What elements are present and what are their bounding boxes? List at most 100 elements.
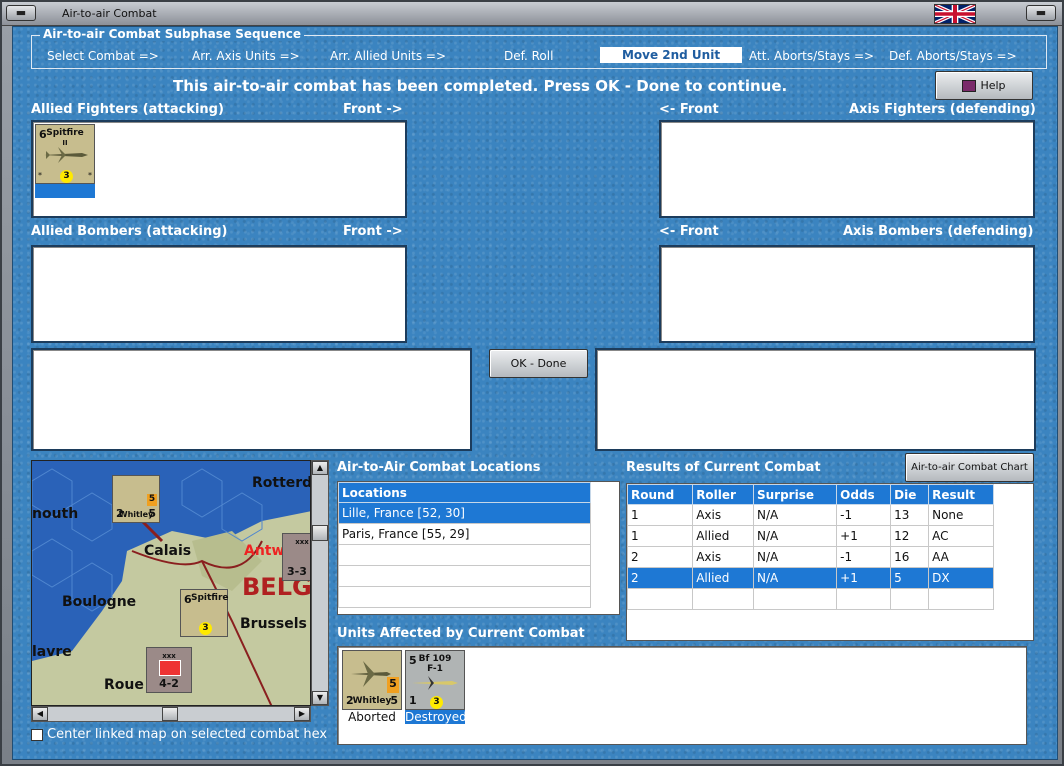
phase-step-arr-axis: Arr. Axis Units =>	[192, 49, 300, 63]
results-cell: 16	[890, 546, 930, 568]
results-header-die: Die	[890, 484, 930, 505]
map-whitley-counter[interactable]: 2 Whitley 5 5	[112, 475, 160, 523]
help-button[interactable]: Help	[935, 71, 1033, 100]
results-cell: Axis	[692, 504, 754, 526]
counter-selection-bar	[35, 184, 95, 198]
results-cell: N/A	[752, 504, 838, 526]
phase-step-arr-allied: Arr. Allied Units =>	[330, 49, 447, 63]
results-cell: 2	[626, 567, 694, 589]
center-map-checkbox-label: Center linked map on selected combat hex	[47, 727, 328, 742]
results-row[interactable]: 2 Axis N/A -1 16 AA	[626, 546, 994, 568]
bf109-range-badge: 3	[430, 696, 443, 709]
help-book-icon	[962, 80, 977, 92]
minimize-button[interactable]: ▬	[6, 5, 36, 21]
results-row[interactable]: 1 Axis N/A -1 13 None	[626, 504, 994, 526]
results-title: Results of Current Combat	[626, 460, 821, 475]
help-label: Help	[980, 79, 1006, 92]
location-cell: Paris, France [55, 29]	[338, 523, 591, 545]
spitfire-counter[interactable]: 6 Spitfire II 3 * *	[35, 124, 95, 184]
allied-fighters-panel[interactable]: 6 Spitfire II 3 * *	[31, 120, 407, 218]
allied-bombers-panel[interactable]	[31, 245, 407, 343]
map-label-rotterdam: Rotterd	[252, 475, 311, 491]
allied-fighters-title: Allied Fighters (attacking)	[31, 102, 224, 117]
map-horizontal-scrollbar[interactable]: ◀ ▶	[31, 706, 311, 722]
scroll-h-thumb[interactable]	[162, 707, 178, 721]
map-spitfire-range: 3	[199, 622, 212, 635]
results-cell: 2	[626, 546, 694, 568]
scroll-left-button[interactable]: ◀	[32, 707, 48, 721]
location-row[interactable]	[338, 586, 591, 608]
center-map-checkbox-row[interactable]: Center linked map on selected combat hex	[31, 727, 331, 747]
results-cell: N/A	[752, 546, 838, 568]
whitley-status: Aborted	[348, 710, 396, 724]
window-title: Air-to-air Combat	[62, 7, 157, 20]
map-unit-counter[interactable]: xxx 3-3	[282, 533, 310, 581]
results-cell: AC	[928, 525, 994, 547]
scroll-up-button[interactable]: ▲	[312, 461, 328, 475]
combat-chart-button[interactable]: Air-to-air Combat Chart	[905, 453, 1034, 482]
map-infantry-value: 4-2	[159, 677, 179, 690]
whitley-counter[interactable]: 5 2 Whitley 5	[342, 650, 402, 710]
axis-bombers-front: <- Front	[659, 224, 719, 239]
map-unit-value: 3-3	[287, 565, 307, 578]
location-row[interactable]	[338, 565, 591, 587]
locations-list[interactable]: Locations Lille, France [52, 30] Paris, …	[337, 481, 620, 615]
center-map-checkbox[interactable]	[31, 728, 43, 741]
results-header-roller: Roller	[692, 484, 754, 505]
location-row[interactable]: Paris, France [55, 29]	[338, 523, 591, 545]
results-header-odds: Odds	[836, 484, 892, 505]
results-cell: Allied	[692, 567, 754, 589]
phase-step-def-roll: Def. Roll	[504, 49, 554, 63]
subphase-legend: Air-to-air Combat Subphase Sequence	[40, 27, 305, 41]
enemy-fighter-icon	[412, 676, 458, 690]
map-unit-size: xxx	[295, 538, 309, 546]
map-label-nouth: nouth	[32, 506, 79, 522]
results-row[interactable]: 1 Allied N/A +1 12 AC	[626, 525, 994, 547]
phase-step-att-aborts: Att. Aborts/Stays =>	[749, 49, 875, 63]
location-row[interactable]: Lille, France [52, 30]	[338, 502, 591, 524]
axis-fighters-panel[interactable]	[659, 120, 1035, 218]
map-spitfire-counter[interactable]: 6 Spitfire 3	[180, 589, 229, 637]
bf109-status: Destroyed	[405, 710, 467, 724]
map-label-antwerp: Antw	[244, 543, 285, 559]
close-window-button[interactable]: ▬	[1026, 5, 1056, 21]
results-row-empty[interactable]	[626, 588, 994, 610]
results-cell: -1	[836, 504, 892, 526]
axis-bombers-panel[interactable]	[659, 245, 1035, 343]
map-label-boulogne: Boulogne	[62, 594, 137, 610]
scroll-v-thumb[interactable]	[312, 525, 328, 541]
axis-fighters-title: Axis Fighters (defending)	[849, 102, 1036, 117]
results-row-selected[interactable]: 2 Allied N/A +1 5 DX	[626, 567, 994, 589]
allied-summary-panel	[31, 348, 472, 451]
map-vertical-scrollbar[interactable]: ▲ ▼	[311, 460, 329, 706]
scroll-right-button[interactable]: ▶	[294, 707, 310, 721]
results-cell: -1	[836, 546, 892, 568]
whitley-range-badge: 5	[387, 677, 399, 693]
results-cell: 12	[890, 525, 930, 547]
axis-summary-panel	[595, 348, 1036, 451]
scroll-down-button[interactable]: ▼	[312, 691, 328, 705]
map-label-rouen: Roue	[104, 677, 144, 693]
location-row[interactable]	[338, 544, 591, 566]
map-whitley-value: 5	[148, 507, 156, 520]
counter-star-right: *	[88, 171, 92, 180]
affected-title: Units Affected by Current Combat	[337, 626, 585, 641]
map-spitfire-name: Spitfire	[191, 593, 229, 603]
map-infantry-counter[interactable]: xxx 4-2	[146, 647, 192, 693]
linked-map[interactable]: Rotterd nouth Calais Antw BELG Boulogne …	[31, 460, 311, 706]
locations-header: Locations	[338, 482, 591, 503]
results-cell: 5	[890, 567, 930, 589]
infantry-symbol-icon	[159, 660, 181, 676]
phase-step-def-aborts: Def. Aborts/Stays =>	[889, 49, 1017, 63]
map-label-calais: Calais	[144, 543, 192, 559]
counter-range-badge: 3	[60, 170, 73, 183]
axis-fighters-front: <- Front	[659, 102, 719, 117]
location-cell-empty	[338, 565, 591, 587]
location-cell-empty	[338, 586, 591, 608]
bf109-counter[interactable]: 5 Bf 109 F-1 1 3	[405, 650, 465, 710]
locations-title: Air-to-Air Combat Locations	[337, 460, 541, 475]
ok-done-button[interactable]: OK - Done	[489, 349, 588, 378]
results-list[interactable]: Round Roller Surprise Odds Die Result 1 …	[626, 483, 1034, 641]
affected-units-panel[interactable]: 5 2 Whitley 5 Aborted 5 Bf 109 F-1 1 3 De…	[337, 646, 1027, 745]
results-header-round: Round	[626, 484, 694, 505]
